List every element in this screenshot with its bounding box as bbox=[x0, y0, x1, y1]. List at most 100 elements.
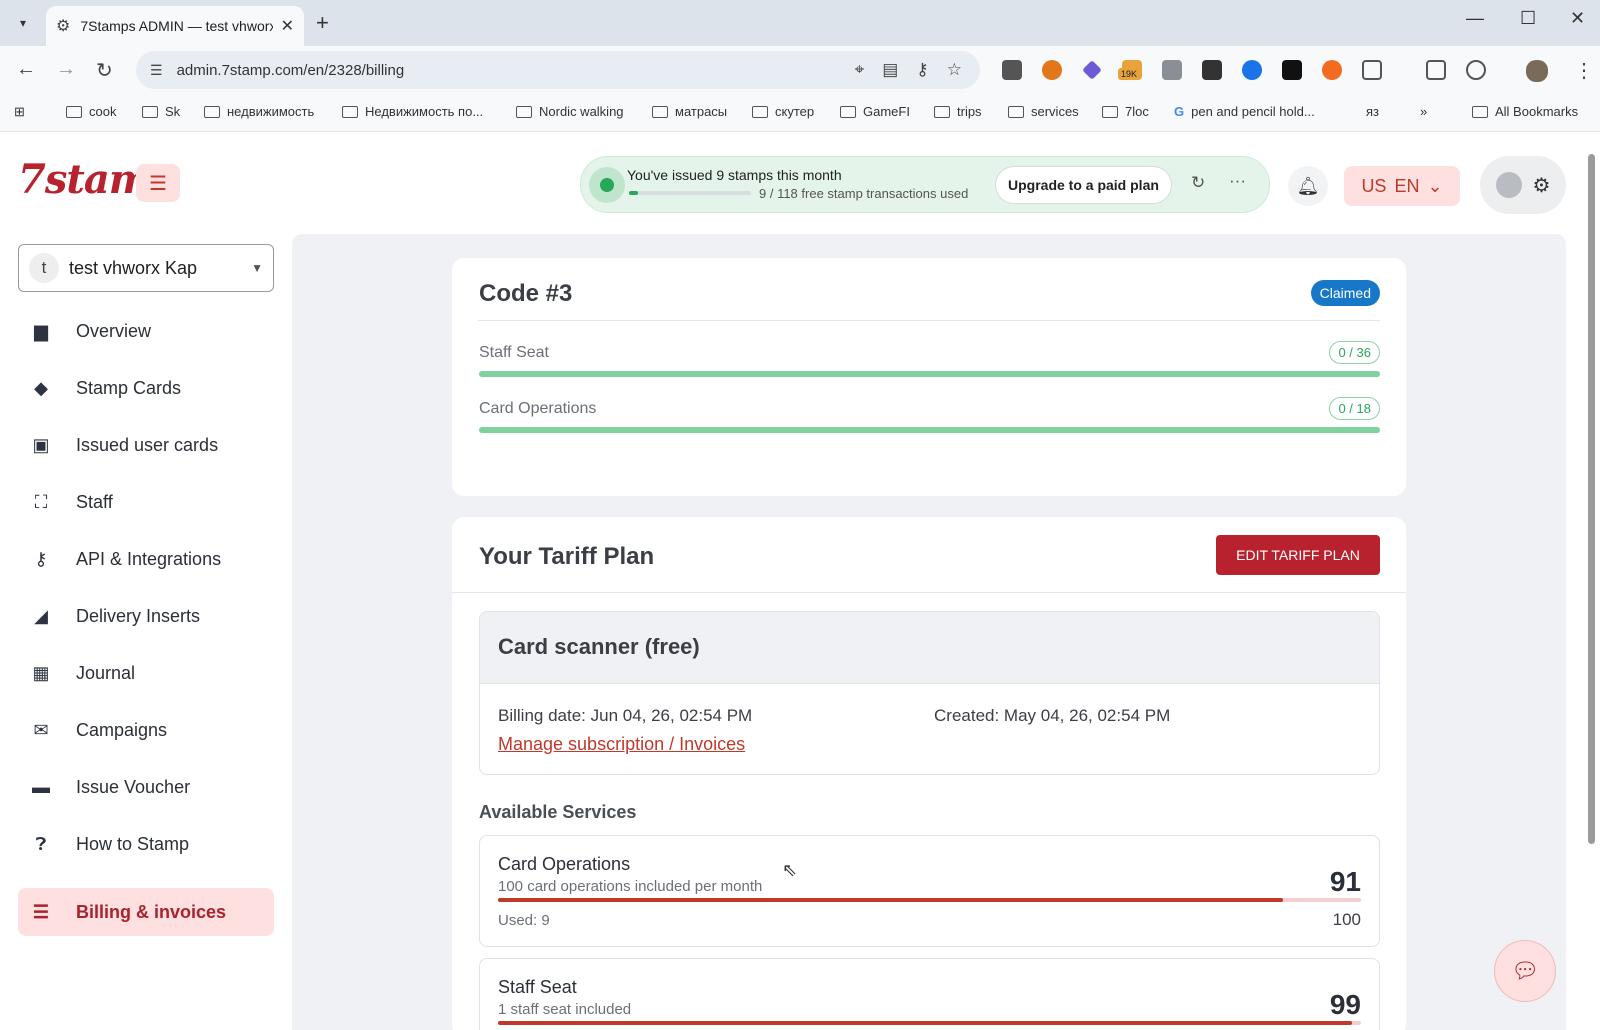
bookmark-trips[interactable]: trips bbox=[934, 104, 982, 119]
gear-icon[interactable]: ⚙ bbox=[1533, 173, 1551, 198]
mouse-cursor-icon: ⇖ bbox=[782, 860, 798, 880]
sidebar-item-issued-user-cards[interactable]: ▣ Issued user cards bbox=[18, 421, 274, 469]
puzzle-extensions-icon[interactable] bbox=[1362, 60, 1382, 80]
created-date: Created: May 04, 26, 02:54 PM bbox=[934, 706, 1171, 725]
bookmark-star-icon[interactable]: ☆ bbox=[947, 60, 962, 80]
bookmark-mattress[interactable]: матрасы bbox=[652, 104, 727, 119]
table-icon: ▦ bbox=[32, 662, 50, 683]
cast-icon[interactable] bbox=[1426, 60, 1446, 80]
bookmark-realestate[interactable]: недвижимость bbox=[204, 104, 314, 119]
resource-count-badge: 0 / 36 bbox=[1329, 341, 1380, 364]
bookmarks-bar: ⊞ cook Sk недвижимость Недвижимость по..… bbox=[0, 94, 1600, 132]
sidebar-item-stamp-cards[interactable]: ◆ Stamp Cards bbox=[18, 364, 274, 412]
bookmark-services[interactable]: services bbox=[1008, 104, 1079, 119]
chat-icon[interactable]: 💬︎ bbox=[1494, 940, 1556, 1002]
apps-grid-icon[interactable]: ⊞ bbox=[14, 104, 25, 120]
refresh-icon[interactable]: ↻ bbox=[1191, 173, 1205, 193]
forward-icon[interactable]: → bbox=[56, 58, 76, 81]
service-progress-bar bbox=[498, 1021, 1361, 1025]
bookmark-cook[interactable]: cook bbox=[66, 104, 116, 119]
new-tab-icon[interactable]: + bbox=[316, 10, 329, 36]
list-icon: ☰ bbox=[32, 901, 50, 922]
gear-favicon-icon: ⚙ bbox=[56, 18, 71, 35]
more-bookmarks-icon[interactable]: » bbox=[1420, 104, 1427, 119]
browser-tab[interactable]: ⚙ 7Stamps ADMIN — test vhworx ✕ bbox=[46, 6, 304, 46]
sidebar-item-overview[interactable]: ▆ Overview bbox=[18, 307, 274, 355]
location-icon[interactable]: ⌖ bbox=[855, 60, 865, 80]
edit-tariff-plan-button[interactable]: EDIT TARIFF PLAN bbox=[1216, 535, 1380, 575]
bookmark-scooter[interactable]: скутер bbox=[752, 104, 814, 119]
minimize-icon[interactable]: — bbox=[1466, 8, 1484, 29]
reload-icon[interactable]: ↻ bbox=[96, 58, 113, 83]
briefcase-icon: ▆ bbox=[34, 320, 48, 341]
folder-icon bbox=[342, 105, 358, 118]
sidebar-item-how-to-stamp[interactable]: ❓︎ How to Stamp bbox=[18, 820, 274, 868]
manage-subscription-link[interactable]: Manage subscription / Invoices bbox=[498, 734, 745, 755]
billing-date: Billing date: Jun 04, 26, 02:54 PM bbox=[498, 706, 753, 725]
bell-icon[interactable]: 🔔︎ bbox=[1288, 166, 1328, 206]
bookmark-7loc[interactable]: 7loc bbox=[1102, 104, 1149, 119]
resource-label: Card Operations bbox=[479, 400, 597, 417]
crystal-extension-icon[interactable] bbox=[1082, 60, 1102, 80]
sidebar-item-journal[interactable]: ▦ Journal bbox=[18, 649, 274, 697]
bookmark-nordic[interactable]: Nordic walking bbox=[516, 104, 624, 119]
sync-extension-icon[interactable] bbox=[1282, 60, 1302, 80]
bookmark-sk[interactable]: Sk bbox=[142, 104, 180, 119]
tag-extension-icon[interactable] bbox=[1242, 60, 1262, 80]
sidebar-item-api[interactable]: ⚷ API & Integrations bbox=[18, 535, 274, 583]
profile-avatar[interactable] bbox=[1526, 60, 1548, 82]
key-icon: ⚷ bbox=[34, 548, 48, 569]
qr-extension-icon[interactable] bbox=[1002, 60, 1022, 80]
user-menu[interactable]: ⚙ bbox=[1480, 156, 1566, 214]
page-scrollbar[interactable] bbox=[1586, 140, 1596, 1030]
browser-tabstrip: ▾ ⚙ 7Stamps ADMIN — test vhworx ✕ + — ☐ … bbox=[0, 0, 1600, 46]
tariff-plan-card: Your Tariff Plan EDIT TARIFF PLAN Card s… bbox=[452, 517, 1406, 1030]
service-progress-fill bbox=[498, 1021, 1353, 1025]
company-selector[interactable]: t test vhworx Kap ▼ bbox=[18, 244, 274, 292]
address-bar[interactable]: ☰ admin.7stamp.com/en/2328/billing ⌖ ▤ ⚷… bbox=[136, 51, 980, 89]
bookmark-yaz[interactable]: яз bbox=[1366, 104, 1379, 119]
folder-icon bbox=[1008, 105, 1024, 118]
clipboard-icon[interactable]: ▤ bbox=[882, 60, 898, 80]
plan-section-title: Your Tariff Plan bbox=[479, 543, 655, 570]
screenshot-icon[interactable] bbox=[1466, 60, 1486, 80]
password-key-icon[interactable]: ⚷ bbox=[916, 60, 928, 80]
current-plan-box: Card scanner (free) Billing date: Jun 04… bbox=[479, 611, 1380, 775]
bookmark-gamefi[interactable]: GameFI bbox=[840, 104, 910, 119]
staff-icon: ⛶ bbox=[34, 491, 48, 512]
sidebar-item-staff[interactable]: ⛶ Staff bbox=[18, 478, 274, 526]
maximize-icon[interactable]: ☐ bbox=[1520, 8, 1536, 29]
bookmark-realestate-2[interactable]: Недвижимость по... bbox=[342, 104, 483, 119]
caret-down-icon: ▼ bbox=[251, 261, 263, 275]
hamburger-menu-icon[interactable]: ☰ bbox=[136, 164, 180, 202]
language-selector[interactable]: US EN ⌄ bbox=[1344, 166, 1460, 206]
more-options-icon[interactable]: ··· bbox=[1229, 171, 1246, 191]
sidebar-item-issue-voucher[interactable]: ▬ Issue Voucher bbox=[18, 763, 274, 811]
sidebar-item-campaigns[interactable]: ✉ Campaigns bbox=[18, 706, 274, 754]
bookmark-pen[interactable]: Gpen and pencil hold... bbox=[1174, 104, 1315, 119]
tab-close-icon[interactable]: ✕ bbox=[281, 16, 294, 36]
browser-toolbar: ← → ↻ ☰ admin.7stamp.com/en/2328/billing… bbox=[0, 46, 1600, 94]
browser-menu-icon[interactable]: ⋮ bbox=[1574, 58, 1594, 83]
sidebar-item-billing[interactable]: ☰ Billing & invoices bbox=[18, 888, 274, 936]
stamp-usage-banner: You've issued 9 stamps this month 9 / 11… bbox=[580, 156, 1270, 213]
window-close-icon[interactable]: ✕ bbox=[1570, 8, 1585, 29]
company-avatar: t bbox=[29, 253, 59, 283]
sun-extension-icon[interactable] bbox=[1322, 60, 1342, 80]
sidebar-item-delivery-inserts[interactable]: ◢ Delivery Inserts bbox=[18, 592, 274, 640]
site-info-icon[interactable]: ☰ bbox=[150, 62, 163, 79]
upgrade-button[interactable]: Upgrade to a paid plan bbox=[995, 166, 1172, 204]
google-icon: G bbox=[1174, 104, 1185, 119]
all-bookmarks[interactable]: All Bookmarks bbox=[1472, 104, 1578, 119]
code-title: Code #3 bbox=[479, 280, 573, 307]
metamask-extension-icon[interactable] bbox=[1042, 60, 1062, 80]
service-description: 1 staff seat included bbox=[498, 1001, 632, 1018]
scrollbar-thumb[interactable] bbox=[1588, 154, 1595, 844]
service-name: Staff Seat bbox=[498, 977, 577, 997]
tab-search-chevron-icon[interactable]: ▾ bbox=[8, 8, 38, 38]
resource-progress-fill bbox=[479, 371, 1380, 377]
folder-icon bbox=[934, 105, 950, 118]
qr2-extension-icon[interactable] bbox=[1202, 60, 1222, 80]
back-icon[interactable]: ← bbox=[16, 58, 36, 81]
tools-extension-icon[interactable] bbox=[1162, 60, 1182, 80]
